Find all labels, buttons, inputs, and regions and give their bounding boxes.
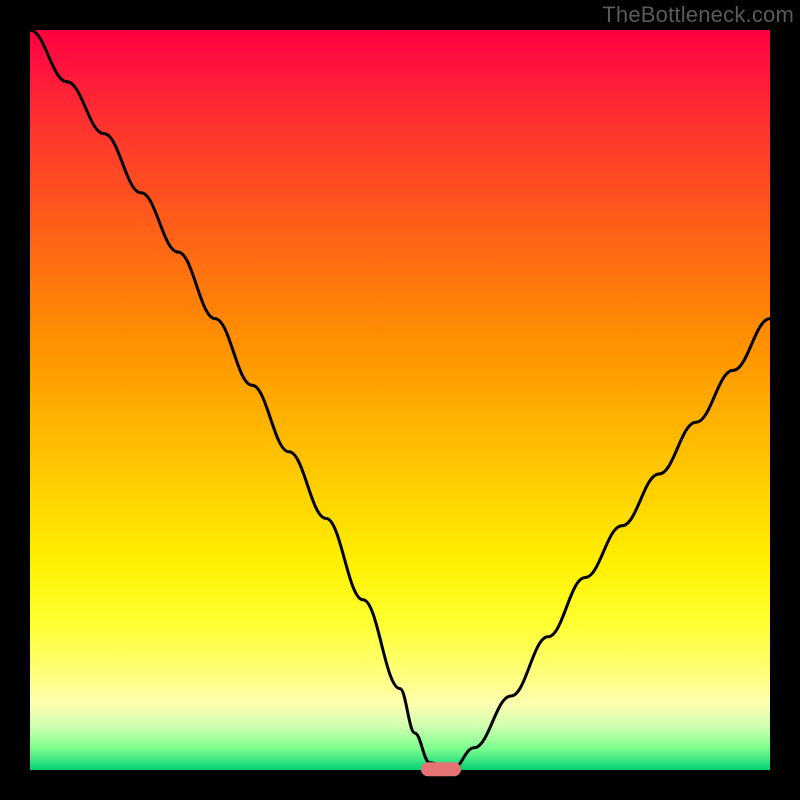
chart-background-gradient — [30, 30, 770, 770]
optimum-marker — [421, 762, 461, 776]
chart-area — [30, 30, 770, 770]
watermark-text: TheBottleneck.com — [602, 2, 794, 28]
